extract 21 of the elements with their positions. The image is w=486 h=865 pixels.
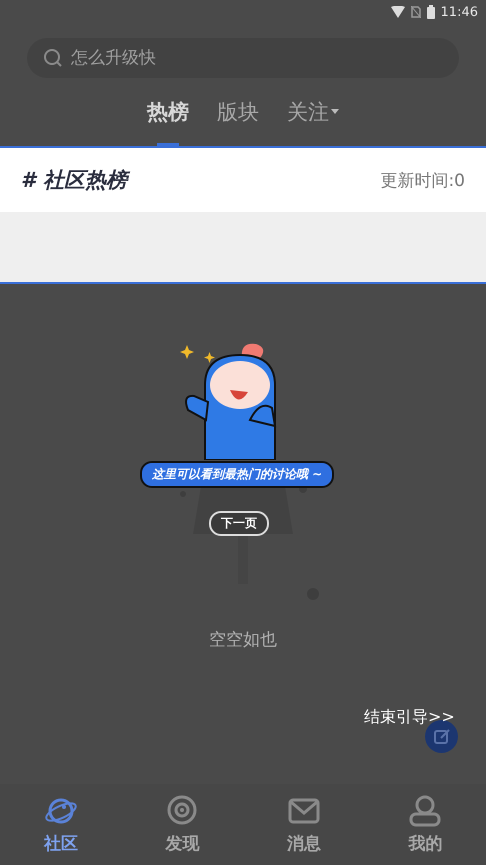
nav-item[interactable]: 我的 bbox=[364, 784, 486, 865]
next-page-button[interactable]: 下一页 bbox=[209, 511, 269, 536]
search-field[interactable]: 怎么升级快 bbox=[27, 38, 459, 78]
empty-message: 空空如也 bbox=[209, 629, 277, 651]
edit-icon bbox=[432, 728, 450, 746]
tab[interactable]: 版块 bbox=[217, 98, 259, 126]
guide-bubble: 这里可以看到最热门的讨论哦 ~ bbox=[140, 461, 334, 488]
nav-item[interactable]: 社区 bbox=[0, 784, 122, 865]
update-time: 更新时间:0 bbox=[380, 170, 465, 192]
user-icon bbox=[408, 794, 442, 828]
nav-item[interactable]: 发现 bbox=[122, 784, 243, 865]
compose-button[interactable] bbox=[425, 720, 458, 753]
nav-item[interactable]: 消息 bbox=[243, 784, 364, 865]
tab[interactable]: 关注 bbox=[287, 98, 339, 126]
search-icon bbox=[43, 48, 63, 68]
tab[interactable]: 热榜 bbox=[147, 98, 189, 126]
end-guide-link[interactable]: 结束引导>> bbox=[364, 707, 455, 728]
status-time: 11:46 bbox=[440, 4, 478, 20]
wifi-icon bbox=[390, 6, 405, 18]
no-sim-icon bbox=[410, 6, 421, 18]
battery-icon bbox=[426, 5, 435, 19]
